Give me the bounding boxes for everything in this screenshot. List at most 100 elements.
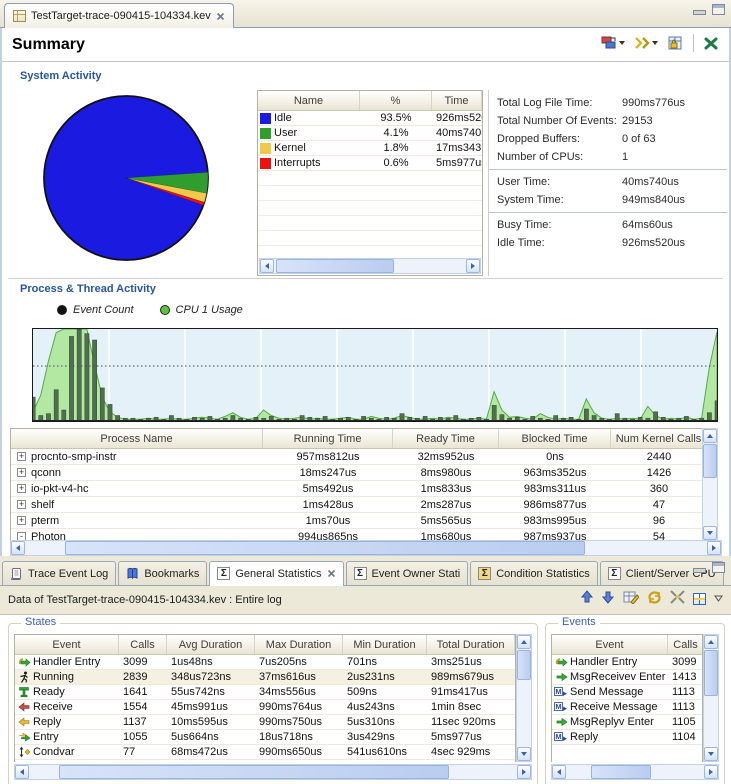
column-header[interactable]: Num Kernel Calls (611, 429, 705, 448)
scroll-up-icon[interactable] (517, 635, 531, 649)
column-header[interactable]: Ready Time (393, 429, 499, 448)
maximize-icon[interactable] (712, 4, 725, 15)
column-header[interactable]: Max Duration (255, 635, 343, 654)
state-row[interactable]: Handler Entry 3099 1us48ns 7us205ns 701ns 3ms… (15, 655, 515, 670)
expand-toggle-icon[interactable]: + (17, 468, 26, 477)
view-tab-event-owner-stati[interactable]: Σ Event Owner Stati (345, 561, 469, 585)
event-row[interactable]: M Reply 1104 (552, 730, 702, 745)
table-cell: 11sec 920ms (431, 716, 496, 728)
msg-icon: M (554, 701, 568, 713)
column-header[interactable]: Event (15, 635, 119, 654)
column-header[interactable]: Running Time (263, 429, 393, 448)
column-header[interactable]: Process Name (11, 429, 263, 448)
expand-toggle-icon[interactable]: + (17, 484, 26, 493)
column-header[interactable]: Avg Duration (167, 635, 255, 654)
event-row[interactable]: MsgReplyv Enter 1105 (552, 715, 702, 730)
prev-diff-button[interactable] (580, 590, 594, 607)
stat-value: 0 of 63 (622, 133, 656, 145)
edit-columns-button[interactable] (623, 590, 640, 607)
view-menu-icon[interactable] (714, 593, 723, 605)
svg-text:M: M (555, 702, 561, 711)
column-header[interactable]: Min Duration (343, 635, 427, 654)
column-header[interactable]: Calls (119, 635, 167, 654)
scroll-left-icon[interactable] (11, 541, 25, 555)
vertical-scrollbar[interactable] (702, 428, 718, 541)
vertical-scrollbar[interactable] (516, 634, 532, 762)
tab-close-icon[interactable] (327, 569, 336, 578)
table-cell: 93.5% (380, 112, 412, 124)
column-header[interactable]: Calls (668, 635, 702, 654)
scroll-up-icon[interactable] (703, 429, 717, 443)
table-row[interactable]: Interrupts 0.6% 5ms977us (258, 156, 482, 171)
lock-table-button[interactable] (666, 35, 684, 51)
process-row[interactable]: + qconn 18ms247us 8ms980us 963ms352us 1426 (11, 465, 705, 481)
close-summary-button[interactable] (703, 36, 719, 51)
view-tab-condition-statistics[interactable]: Σ Condition Statistics (470, 561, 598, 585)
scroll-right-icon[interactable] (704, 765, 718, 779)
scroll-down-icon[interactable] (517, 747, 531, 761)
horizontal-scrollbar[interactable] (14, 764, 532, 780)
column-header[interactable]: % (360, 91, 432, 110)
system-activity-table-header: Name% Time (258, 91, 482, 111)
view-tab-trace-event-log[interactable]: Trace Event Log (2, 561, 117, 585)
state-row[interactable]: Condvar 77 68ms472us 990ms650us 541us610ns 4s… (15, 745, 515, 760)
process-row[interactable]: + pterm 1ms70us 5ms565us 983ms995us 96 (11, 513, 705, 529)
collapse-all-button[interactable] (670, 590, 685, 607)
table-row[interactable]: User 4.1% 40ms740u (258, 126, 482, 141)
scroll-right-icon[interactable] (517, 765, 531, 779)
scroll-down-icon[interactable] (704, 747, 718, 761)
next-diff-button[interactable] (601, 590, 615, 607)
state-row[interactable]: Entry 1055 5us664ns 18us718ns 3us429ns 5ms977… (15, 730, 515, 745)
table-cell: 986ms877us (523, 498, 587, 511)
scroll-down-icon[interactable] (703, 526, 717, 540)
horizontal-scrollbar[interactable] (551, 764, 719, 780)
maximize-icon[interactable] (712, 562, 725, 573)
scroll-right-icon[interactable] (707, 541, 721, 555)
scroll-up-icon[interactable] (704, 635, 718, 649)
vertical-scrollbar[interactable] (703, 634, 719, 762)
minimize-icon[interactable] (693, 568, 706, 573)
column-header[interactable]: Blocked Time (499, 429, 611, 448)
process-row[interactable]: + procnto-smp-instr 957ms812us 32ms952us 0ns… (11, 449, 705, 465)
expand-toggle-icon[interactable]: + (17, 452, 26, 461)
column-header[interactable]: Name (258, 91, 360, 110)
column-header[interactable]: Time (432, 91, 482, 110)
pane-navigate-button[interactable] (633, 35, 659, 51)
expand-toggle-icon[interactable]: + (17, 516, 26, 525)
table-cell: 5ms977us (431, 731, 482, 743)
process-row[interactable]: + io-pkt-v4-hc 5ms492us 1ms833us 983ms311us 3… (11, 481, 705, 497)
legend-label: Event Count (73, 304, 134, 316)
event-row[interactable]: MsgReceivev Enter 1413 (552, 670, 702, 685)
view-tab-general-statistics[interactable]: Σ General Statistics (209, 561, 344, 586)
editor-tab[interactable]: TestTarget-trace-090415-104334.kev (4, 3, 234, 28)
stat-row: Busy Time: 64ms60us (497, 216, 727, 234)
table-row[interactable]: Kernel 1.8% 17ms343u (258, 141, 482, 156)
column-header[interactable]: Total Duration (427, 635, 515, 654)
view-tab-bookmarks[interactable]: Bookmarks (118, 561, 208, 585)
state-row[interactable]: Running 2839 348us723ns 37ms616us 2us231ns 98… (15, 670, 515, 685)
event-row[interactable]: M Receive Message 1113 (552, 700, 702, 715)
horizontal-scrollbar[interactable] (259, 258, 481, 274)
switch-pane-button[interactable] (600, 35, 626, 51)
chevron-down-icon[interactable] (652, 41, 658, 45)
state-row[interactable]: Ready 1641 55us742ns 34ms556us 509ns 91ms417u… (15, 685, 515, 700)
tab-close-icon[interactable] (216, 12, 225, 21)
table-row[interactable]: Idle 93.5% 926ms520 (258, 111, 482, 126)
minimize-icon[interactable] (693, 10, 706, 15)
ready-icon (17, 686, 31, 698)
refresh-button[interactable] (647, 590, 662, 607)
event-row[interactable]: M Send Message 1113 (552, 685, 702, 700)
event-row[interactable]: Handler Entry 3099 (552, 655, 702, 670)
state-row[interactable]: Receive 1554 45ms991us 990ms764us 4us243ns 1m… (15, 700, 515, 715)
chevron-down-icon[interactable] (619, 41, 625, 45)
column-header[interactable]: Event (552, 635, 668, 654)
state-row[interactable]: Reply 1137 10ms595us 990ms750us 5us310ns 11se… (15, 715, 515, 730)
scroll-right-icon[interactable] (466, 259, 480, 273)
table-view-icon[interactable] (693, 592, 706, 605)
scroll-left-icon[interactable] (260, 259, 274, 273)
process-row[interactable]: + shelf 1ms428us 2ms287us 986ms877us 47 (11, 497, 705, 513)
expand-toggle-icon[interactable]: + (17, 500, 26, 509)
scroll-left-icon[interactable] (552, 765, 566, 779)
horizontal-scrollbar[interactable] (10, 540, 722, 556)
scroll-left-icon[interactable] (15, 765, 29, 779)
